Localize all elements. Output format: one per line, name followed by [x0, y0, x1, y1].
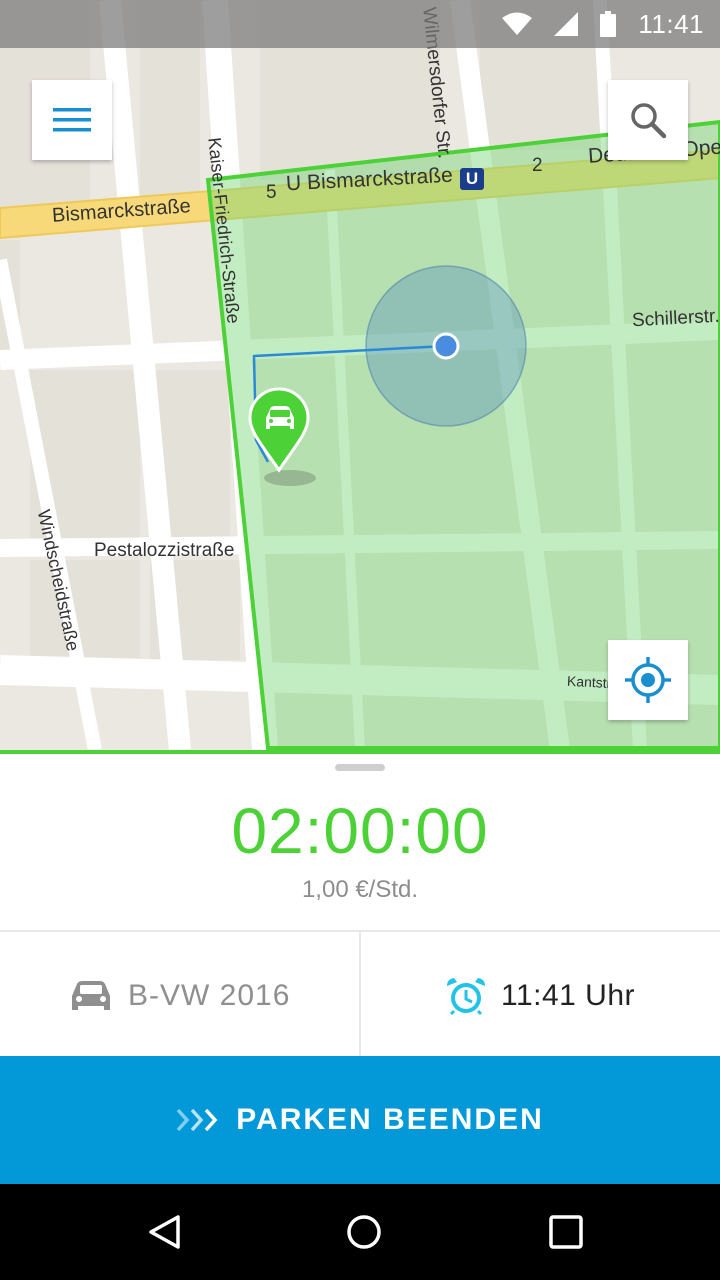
status-bar: 11:41: [0, 0, 720, 48]
back-triangle-icon: [149, 1215, 180, 1249]
cell-signal-icon: [554, 12, 579, 36]
subway-station-icon: U: [460, 168, 484, 190]
sheet-drag-handle[interactable]: [335, 764, 385, 771]
map-view[interactable]: Bismarckstraße 5 U Bismarckstraße U 2 De…: [0, 0, 720, 750]
search-button[interactable]: [608, 80, 688, 160]
nav-back-button[interactable]: [140, 1208, 188, 1256]
parking-rate: 1,00 €/Std.: [301, 876, 419, 903]
home-circle-icon: [347, 1215, 381, 1249]
end-parking-button[interactable]: PARKEN BEENDEN: [0, 1056, 720, 1184]
alarm-clock-icon: [447, 978, 485, 1015]
crosshair-location-icon: [625, 657, 671, 703]
license-plate: B-VW 2016: [128, 979, 291, 1012]
street-label-schiller: Schillerstr.: [631, 305, 720, 332]
triple-chevron-right-icon: [176, 1108, 218, 1132]
system-nav-bar: [0, 1184, 720, 1280]
parking-info-sheet: 02:00:00 1,00 €/Std. B-VW 2016 11:41 Uhr: [0, 750, 720, 1060]
divider: [359, 932, 361, 1060]
car-icon: [72, 981, 110, 1010]
parking-timer: 02:00:00: [231, 795, 489, 867]
hamburger-menu-icon: [53, 108, 91, 132]
end-parking-label: PARKEN BEENDEN: [236, 1103, 544, 1136]
street-number-5: 5: [266, 182, 277, 203]
street-number-2: 2: [532, 155, 543, 176]
battery-icon: [600, 11, 617, 37]
wifi-icon: [502, 12, 533, 35]
status-time: 11:41: [638, 8, 704, 39]
nav-recents-button[interactable]: [542, 1208, 590, 1256]
search-icon: [631, 103, 667, 139]
menu-button[interactable]: [32, 80, 112, 160]
nav-home-button[interactable]: [340, 1208, 388, 1256]
street-label-pestalozzi: Pestalozzistraße: [94, 540, 235, 561]
locate-me-button[interactable]: [608, 640, 688, 720]
end-time-label: 11:41 Uhr: [501, 979, 636, 1012]
recents-square-icon: [549, 1215, 583, 1249]
vehicle-info[interactable]: B-VW 2016: [70, 932, 290, 1060]
end-time-info[interactable]: 11:41 Uhr: [445, 932, 635, 1060]
